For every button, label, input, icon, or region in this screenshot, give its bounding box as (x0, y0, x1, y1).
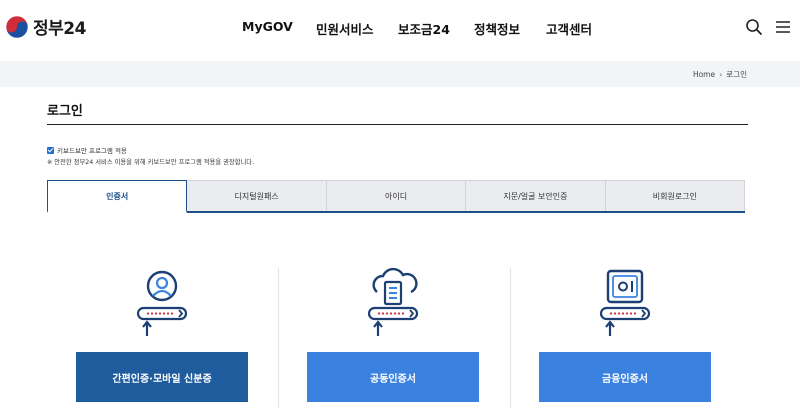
page-title: 로그인 (47, 104, 83, 119)
title-divider (47, 124, 748, 125)
safe-card-icon (599, 269, 651, 336)
card-divider (510, 268, 511, 408)
nav-item-civil-service[interactable]: 민원서비스 (316, 19, 374, 38)
breadcrumb-home[interactable]: Home (693, 70, 715, 79)
person-card-icon (136, 270, 188, 336)
card-joint-certificate: 공동인증서 (307, 266, 479, 415)
tab-digital-onepass[interactable]: 디지털원패스 (186, 180, 327, 211)
tab-certificate[interactable]: 인증서 (47, 180, 188, 213)
keyboard-security-checkbox[interactable] (47, 146, 54, 154)
nav-item-subsidy24[interactable]: 보조금24 (398, 19, 450, 38)
financial-certificate-button[interactable]: 금융인증서 (539, 352, 711, 402)
tab-id[interactable]: 아이디 (325, 180, 467, 211)
nav-item-mygov[interactable]: MyGOV (242, 19, 293, 34)
breadcrumb-separator: › (719, 70, 723, 79)
nav-item-policy-info[interactable]: 정책정보 (474, 19, 520, 38)
card-simple-auth: 간편인증·모바일 신분증 (76, 266, 248, 415)
tab-biometric-auth[interactable]: 지문/얼굴 보안인증 (465, 180, 606, 211)
login-method-tabs: 인증서 디지털원패스 아이디 지문/얼굴 보안인증 비회원로그인 (47, 180, 746, 213)
joint-certificate-button[interactable]: 공동인증서 (307, 352, 479, 402)
breadcrumb-band: Home › 로그인 (0, 61, 800, 87)
card-divider (278, 268, 279, 408)
menu-icon[interactable] (774, 18, 792, 36)
search-icon[interactable] (745, 18, 763, 36)
cloud-server-card-icon (367, 267, 419, 336)
keyboard-security-label: 키보드보안 프로그램 적용 (57, 147, 127, 155)
site-header: 정부24 MyGOV 민원서비스 보조금24 정책정보 고객센터 (0, 0, 800, 58)
simple-auth-button[interactable]: 간편인증·모바일 신분증 (76, 352, 248, 402)
card-financial-certificate: 금융인증서 (539, 266, 711, 415)
breadcrumb-current: 로그인 (726, 70, 747, 79)
keyboard-security-note: ※ 안전한 정부24 서비스 이용을 위해 키보드보안 프로그램 적용을 권장합… (47, 159, 255, 166)
breadcrumb: Home › 로그인 (693, 69, 747, 80)
main-nav: MyGOV 민원서비스 보조금24 정책정보 고객센터 (0, 19, 800, 39)
nav-item-customer-center[interactable]: 고객센터 (546, 19, 592, 38)
tab-guest-login[interactable]: 비회원로그인 (604, 180, 746, 211)
keyboard-security-option[interactable]: 키보드보안 프로그램 적용 (47, 145, 127, 155)
